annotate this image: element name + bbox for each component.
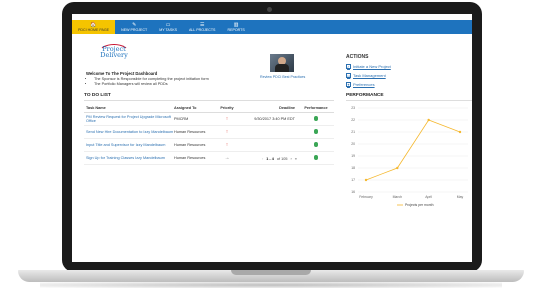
column-header[interactable]: Assigned To xyxy=(174,106,216,110)
priority-high-icon: ↑ xyxy=(225,116,229,122)
action-label: Preferences xyxy=(353,82,375,87)
assigned-to: Human Resources xyxy=(174,155,206,160)
divider xyxy=(346,100,472,101)
legend-label: Projects per month xyxy=(405,203,434,207)
x-tick-label: May xyxy=(457,195,464,199)
column-header[interactable]: Task Name xyxy=(84,106,174,110)
best-practices-link[interactable]: Review PDCI Best Practices xyxy=(260,75,305,79)
next-page-button[interactable]: › xyxy=(290,157,291,161)
series-line xyxy=(365,119,461,181)
performance-cell xyxy=(298,155,334,161)
person-body xyxy=(275,64,289,72)
nav-label: ALL PROJECTS xyxy=(189,27,216,32)
welcome-title: Welcome To The Project Dashboard xyxy=(86,71,158,76)
logo-line-2: Delivery xyxy=(100,51,128,59)
action-label: Initiate a New Project xyxy=(353,64,391,69)
data-point xyxy=(427,118,430,122)
divider xyxy=(84,100,334,101)
priority-normal-icon: → xyxy=(224,155,230,161)
status-ok-icon xyxy=(313,155,319,160)
table-row: Input Title and Supervisor for Izzy Mand… xyxy=(84,139,334,152)
last-page-button[interactable]: » xyxy=(295,157,297,161)
nav-label: MY TASKS xyxy=(159,27,178,32)
y-tick-label: 22 xyxy=(351,118,355,122)
priority-high-icon: ↑ xyxy=(225,129,229,135)
priority-high-icon: ↑ xyxy=(225,142,229,148)
table-row: PM Review Request for Project Upgrade Mi… xyxy=(84,113,334,126)
camera-icon xyxy=(267,7,272,12)
y-tick-label: 21 xyxy=(351,130,355,134)
task-link[interactable]: Sign Up for Training Classes Izzy Mandel… xyxy=(84,156,174,161)
assigned-to: Human Resources xyxy=(174,142,206,147)
welcome-bullet: The Portfolio Managers will review all P… xyxy=(94,82,209,87)
y-tick-label: 17 xyxy=(351,178,355,182)
table-row: Send New Hire Documentation to Izzy Mand… xyxy=(84,126,334,139)
performance-chart: 16 17 18 19 20 21 22 23 February March April May Pro… xyxy=(351,106,468,207)
y-tick-label: 23 xyxy=(351,106,355,110)
assigned-to: PMCRM xyxy=(174,116,189,121)
task-link[interactable]: Input Title and Supervisor for Izzy Mand… xyxy=(84,143,174,148)
x-tick-label: February xyxy=(359,195,373,199)
status-ok-icon xyxy=(313,116,319,121)
performance-title: PERFORMANCE xyxy=(346,93,384,98)
x-tick-label: April xyxy=(425,195,432,199)
performance-cell xyxy=(298,116,334,122)
laptop-shadow xyxy=(40,282,502,288)
page-range: 1 - 4 xyxy=(266,157,274,161)
initiate-project-link[interactable]: ✓ Initiate a New Project xyxy=(346,64,391,69)
status-ok-icon xyxy=(313,129,319,134)
nav-label: PDCI HOME PAGE xyxy=(78,27,110,32)
nav-label: NEW PROJECT xyxy=(121,27,148,32)
y-tick-label: 18 xyxy=(351,166,355,170)
top-navigation: 🏠 PDCI HOME PAGE ✎ NEW PROJECT ▭ MY TASK… xyxy=(72,20,472,34)
laptop-notch xyxy=(231,270,311,275)
column-header[interactable]: Deadline xyxy=(238,106,298,110)
preferences-icon: ✦ xyxy=(346,82,351,87)
nav-my-tasks[interactable]: ▭ MY TASKS xyxy=(153,20,183,34)
x-tick-label: March xyxy=(393,195,403,199)
task-icon: ▭ xyxy=(346,73,351,78)
task-management-link[interactable]: ▭ Task Management xyxy=(346,73,386,78)
screen: 🏠 PDCI HOME PAGE ✎ NEW PROJECT ▭ MY TASK… xyxy=(72,14,472,262)
action-label: Task Management xyxy=(353,73,386,78)
data-point xyxy=(458,130,462,134)
nav-home[interactable]: 🏠 PDCI HOME PAGE xyxy=(72,20,116,34)
welcome-bullets: The Sponsor is Responsible for completin… xyxy=(90,77,209,87)
performance-cell xyxy=(298,142,334,148)
task-link[interactable]: Send New Hire Documentation to Izzy Mand… xyxy=(84,130,174,135)
nav-reports[interactable]: ▥ REPORTS xyxy=(221,20,250,34)
data-point xyxy=(364,178,368,182)
pagination: ‹ 1 - 4 of 105 › » xyxy=(262,157,297,161)
nav-all-projects[interactable]: ☰ ALL PROJECTS xyxy=(183,20,221,34)
deadline: 9/30/2017 3:40 PM EDT xyxy=(254,117,295,121)
checkbox-icon: ✓ xyxy=(346,64,351,69)
nav-new-project[interactable]: ✎ NEW PROJECT xyxy=(115,20,153,34)
assigned-to: Human Resources xyxy=(174,129,206,134)
y-tick-label: 16 xyxy=(351,190,355,194)
actions-title: ACTIONS xyxy=(346,54,369,60)
page-total: of 105 xyxy=(276,157,288,161)
project-delivery-logo: Project Delivery xyxy=(94,42,134,68)
task-link[interactable]: PM Review Request for Project Upgrade Mi… xyxy=(84,115,174,124)
nav-label: REPORTS xyxy=(227,27,245,32)
status-ok-icon xyxy=(313,142,319,147)
performance-cell xyxy=(298,129,334,135)
column-header[interactable]: Priority xyxy=(216,106,238,110)
todo-table: Task Name Assigned To Priority Deadline … xyxy=(84,103,334,165)
data-point xyxy=(396,166,399,170)
y-tick-label: 19 xyxy=(351,154,355,158)
y-tick-label: 20 xyxy=(351,142,355,146)
preferences-link[interactable]: ✦ Preferences xyxy=(346,82,375,87)
prev-page-button[interactable]: ‹ xyxy=(262,157,263,161)
table-header: Task Name Assigned To Priority Deadline … xyxy=(84,103,334,113)
todo-title: TO DO LIST xyxy=(84,93,111,98)
logo-text: Project Delivery xyxy=(94,46,134,59)
best-practices-photo[interactable] xyxy=(270,54,294,72)
column-header[interactable]: Performance xyxy=(298,106,334,110)
